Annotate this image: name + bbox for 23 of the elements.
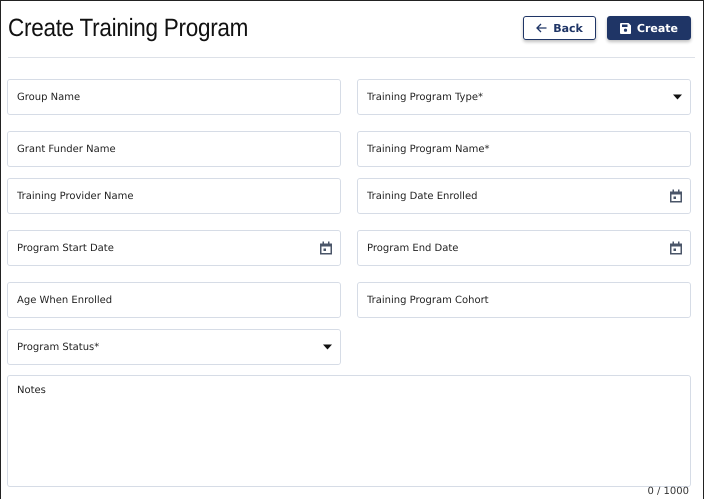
input-field[interactable]: Group Name bbox=[7, 79, 341, 115]
input-field[interactable]: Training Provider Name bbox=[7, 178, 341, 214]
date-field[interactable]: Program End Date bbox=[357, 230, 691, 266]
input-field[interactable]: Grant Funder Name bbox=[7, 131, 341, 167]
create-button[interactable]: Create bbox=[606, 16, 691, 40]
date-field[interactable]: Training Date Enrolled bbox=[357, 178, 691, 214]
calendar-icon[interactable] bbox=[670, 190, 682, 202]
character-counter: 0 / 1000 bbox=[646, 487, 689, 497]
back-button[interactable]: Back bbox=[523, 16, 596, 40]
notes-field[interactable]: Notes bbox=[7, 375, 691, 487]
dropdown-caret-icon bbox=[323, 344, 332, 350]
date-field[interactable]: Program Start Date bbox=[7, 230, 341, 266]
input-field[interactable]: Training Program Cohort bbox=[357, 282, 691, 318]
input-field[interactable]: Training Program Name* bbox=[357, 131, 691, 167]
calendar-icon[interactable] bbox=[670, 242, 682, 254]
select-field[interactable]: Program Status* bbox=[7, 329, 341, 365]
calendar-icon[interactable] bbox=[320, 242, 332, 254]
input-field[interactable]: Age When Enrolled bbox=[7, 282, 341, 318]
save-icon bbox=[620, 22, 631, 34]
dropdown-caret-icon bbox=[673, 94, 682, 100]
select-field[interactable]: Training Program Type* bbox=[357, 79, 691, 115]
page-title: Create Training Program bbox=[8, 14, 248, 42]
arrow-left-icon bbox=[536, 23, 548, 33]
